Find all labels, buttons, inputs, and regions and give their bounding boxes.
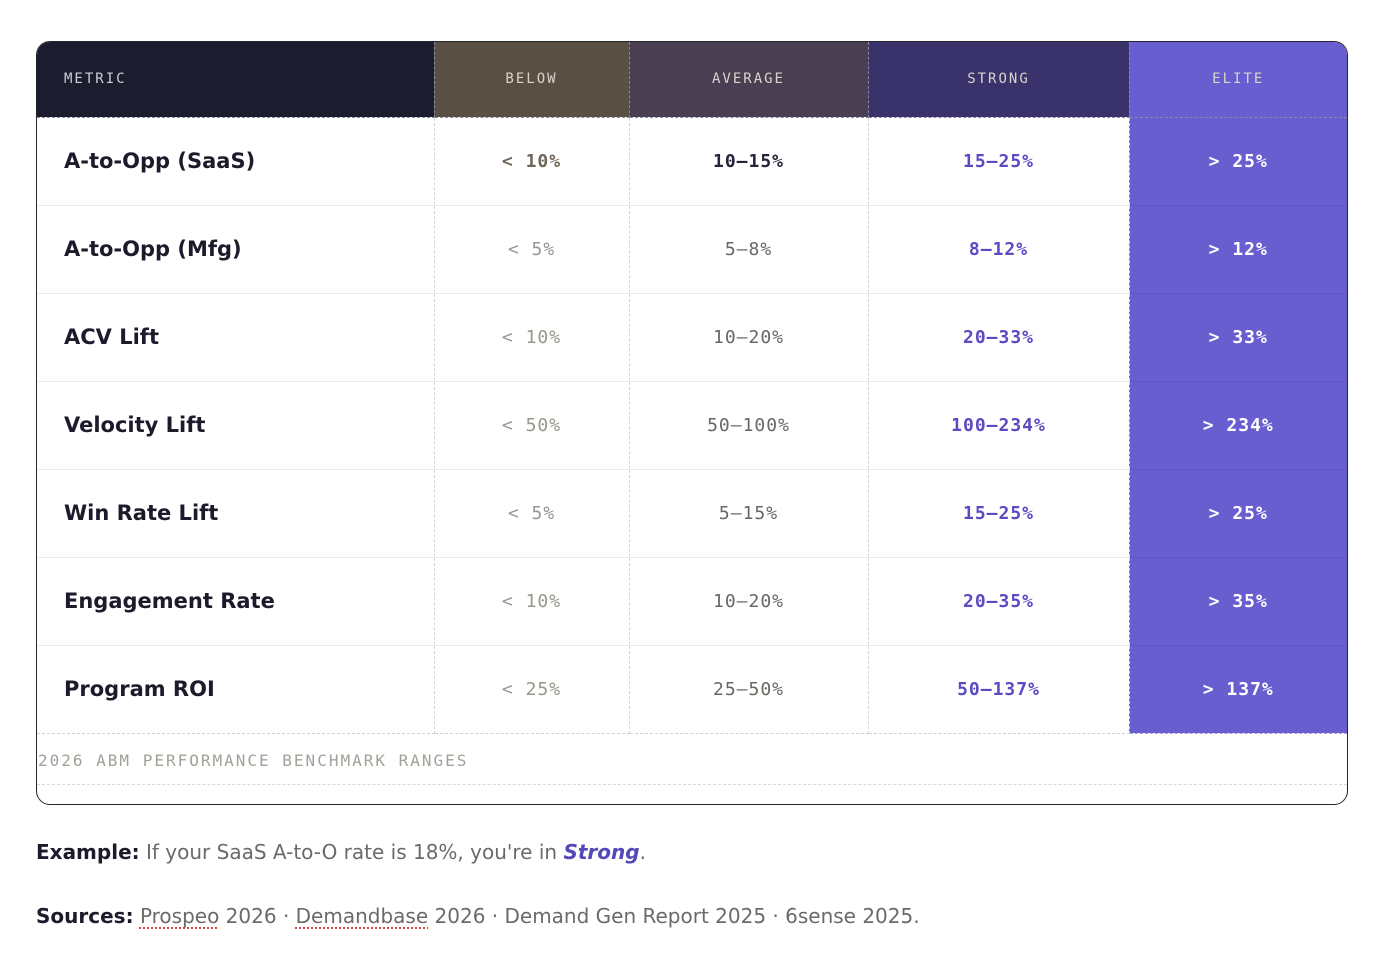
- header-strong: STRONG: [868, 42, 1130, 118]
- example-emphasis: Strong: [563, 840, 640, 864]
- elite-cell: > 25%: [1129, 469, 1347, 558]
- benchmark-table: METRIC BELOW AVERAGE STRONG ELITE A-to-O…: [37, 42, 1347, 734]
- below-cell: < 5%: [434, 205, 630, 294]
- below-cell: < 5%: [434, 469, 630, 558]
- average-cell: 25–50%: [629, 645, 869, 734]
- elite-cell: > 25%: [1129, 117, 1347, 206]
- strong-cell: 50–137%: [868, 645, 1130, 734]
- below-cell: < 10%: [434, 557, 630, 646]
- below-cell: < 10%: [434, 293, 630, 382]
- metric-name-cell: Velocity Lift: [37, 381, 435, 470]
- average-cell: 5–8%: [629, 205, 869, 294]
- example-note: Example: If your SaaS A-to-O rate is 18%…: [36, 840, 646, 864]
- sources-label: Sources:: [36, 904, 134, 928]
- table-caption: 2026 ABM PERFORMANCE BENCHMARK RANGES: [38, 751, 469, 770]
- elite-cell: > 33%: [1129, 293, 1347, 382]
- average-cell: 10–20%: [629, 557, 869, 646]
- strong-cell: 100–234%: [868, 381, 1130, 470]
- metric-name-cell: Engagement Rate: [37, 557, 435, 646]
- example-end: .: [639, 840, 646, 864]
- table-row: Engagement Rate < 10% 10–20% 20–35% > 35%: [37, 557, 1347, 646]
- table-row: Velocity Lift < 50% 50–100% 100–234% > 234%: [37, 381, 1347, 470]
- average-cell: 10–15%: [629, 117, 869, 206]
- average-cell: 5–15%: [629, 469, 869, 558]
- source-prospeo: Prospeo: [139, 904, 220, 928]
- metric-name-cell: A-to-Opp (Mfg): [37, 205, 435, 294]
- example-text: If your SaaS A-to-O rate is 18%, you're …: [139, 840, 564, 864]
- below-cell: < 25%: [434, 645, 630, 734]
- table-row: A-to-Opp (Mfg) < 5% 5–8% 8–12% > 12%: [37, 205, 1347, 294]
- strong-cell: 20–35%: [868, 557, 1130, 646]
- table-row: Program ROI < 25% 25–50% 50–137% > 137%: [37, 645, 1347, 734]
- average-cell: 50–100%: [629, 381, 869, 470]
- source-rest: 2026 · Demand Gen Report 2025 · 6sense 2…: [428, 904, 920, 928]
- table-body: A-to-Opp (SaaS) < 10% 10–15% 15–25% > 25% A-t…: [37, 117, 1347, 734]
- metric-name-cell: Win Rate Lift: [37, 469, 435, 558]
- strong-cell: 8–12%: [868, 205, 1130, 294]
- metric-name-cell: Program ROI: [37, 645, 435, 734]
- table-header-row: METRIC BELOW AVERAGE STRONG ELITE: [37, 42, 1347, 118]
- header-average: AVERAGE: [629, 42, 869, 118]
- elite-cell: > 137%: [1128, 645, 1347, 734]
- strong-cell: 15–25%: [868, 469, 1130, 558]
- example-label: Example:: [36, 840, 140, 864]
- strong-cell: 15–25%: [868, 117, 1130, 206]
- average-cell: 10–20%: [629, 293, 869, 382]
- elite-cell: > 35%: [1129, 557, 1347, 646]
- table-row: A-to-Opp (SaaS) < 10% 10–15% 15–25% > 25%: [37, 117, 1347, 206]
- header-below: BELOW: [434, 42, 630, 118]
- table-row: ACV Lift < 10% 10–20% 20–33% > 33%: [37, 293, 1347, 382]
- table-caption-row: 2026 ABM PERFORMANCE BENCHMARK RANGES: [37, 734, 1347, 785]
- table-row: Win Rate Lift < 5% 5–15% 15–25% > 25%: [37, 469, 1347, 558]
- elite-cell: > 12%: [1129, 205, 1347, 294]
- below-cell: < 50%: [434, 381, 630, 470]
- below-cell: < 10%: [434, 117, 630, 206]
- strong-cell: 20–33%: [868, 293, 1130, 382]
- header-metric: METRIC: [37, 42, 435, 118]
- header-elite: ELITE: [1129, 42, 1347, 118]
- source-sep-1: 2026 ·: [219, 904, 296, 928]
- metric-name-cell: A-to-Opp (SaaS): [37, 117, 435, 206]
- benchmark-table-card: METRIC BELOW AVERAGE STRONG ELITE A-to-O…: [36, 41, 1348, 805]
- sources-note: Sources: Prospeo 2026 · Demandbase 2026 …: [36, 904, 920, 928]
- metric-name-cell: ACV Lift: [37, 293, 435, 382]
- elite-cell: > 234%: [1129, 381, 1347, 470]
- source-demandbase: Demandbase: [295, 904, 429, 928]
